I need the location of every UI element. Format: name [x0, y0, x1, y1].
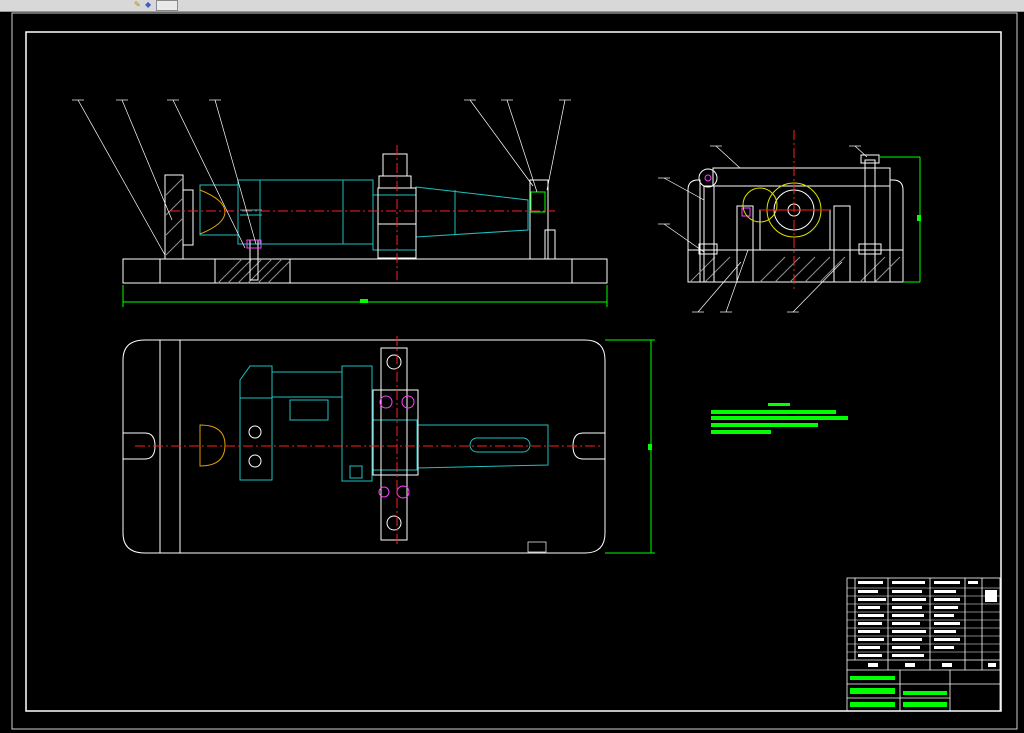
top-beam [712, 167, 891, 187]
hinge-circle [698, 168, 718, 188]
right-locator [530, 191, 546, 213]
top-view [122, 336, 655, 554]
side-view [658, 130, 921, 313]
cad-drawing-canvas[interactable] [0, 0, 1024, 733]
technical-requirements [711, 403, 848, 434]
base-plate [122, 258, 608, 284]
leader-lines-side [658, 145, 868, 313]
title-block-text [858, 581, 997, 667]
hatch-area [165, 178, 291, 284]
side-hatch [689, 256, 901, 283]
front-view [72, 99, 608, 307]
title-block-green [850, 676, 947, 707]
section-label [527, 541, 547, 553]
top-clamp-bar [372, 347, 419, 541]
sheet-outer-border [11, 12, 1018, 730]
top-workpiece [199, 365, 549, 482]
right-rod [864, 159, 876, 283]
left-rod [703, 185, 715, 283]
